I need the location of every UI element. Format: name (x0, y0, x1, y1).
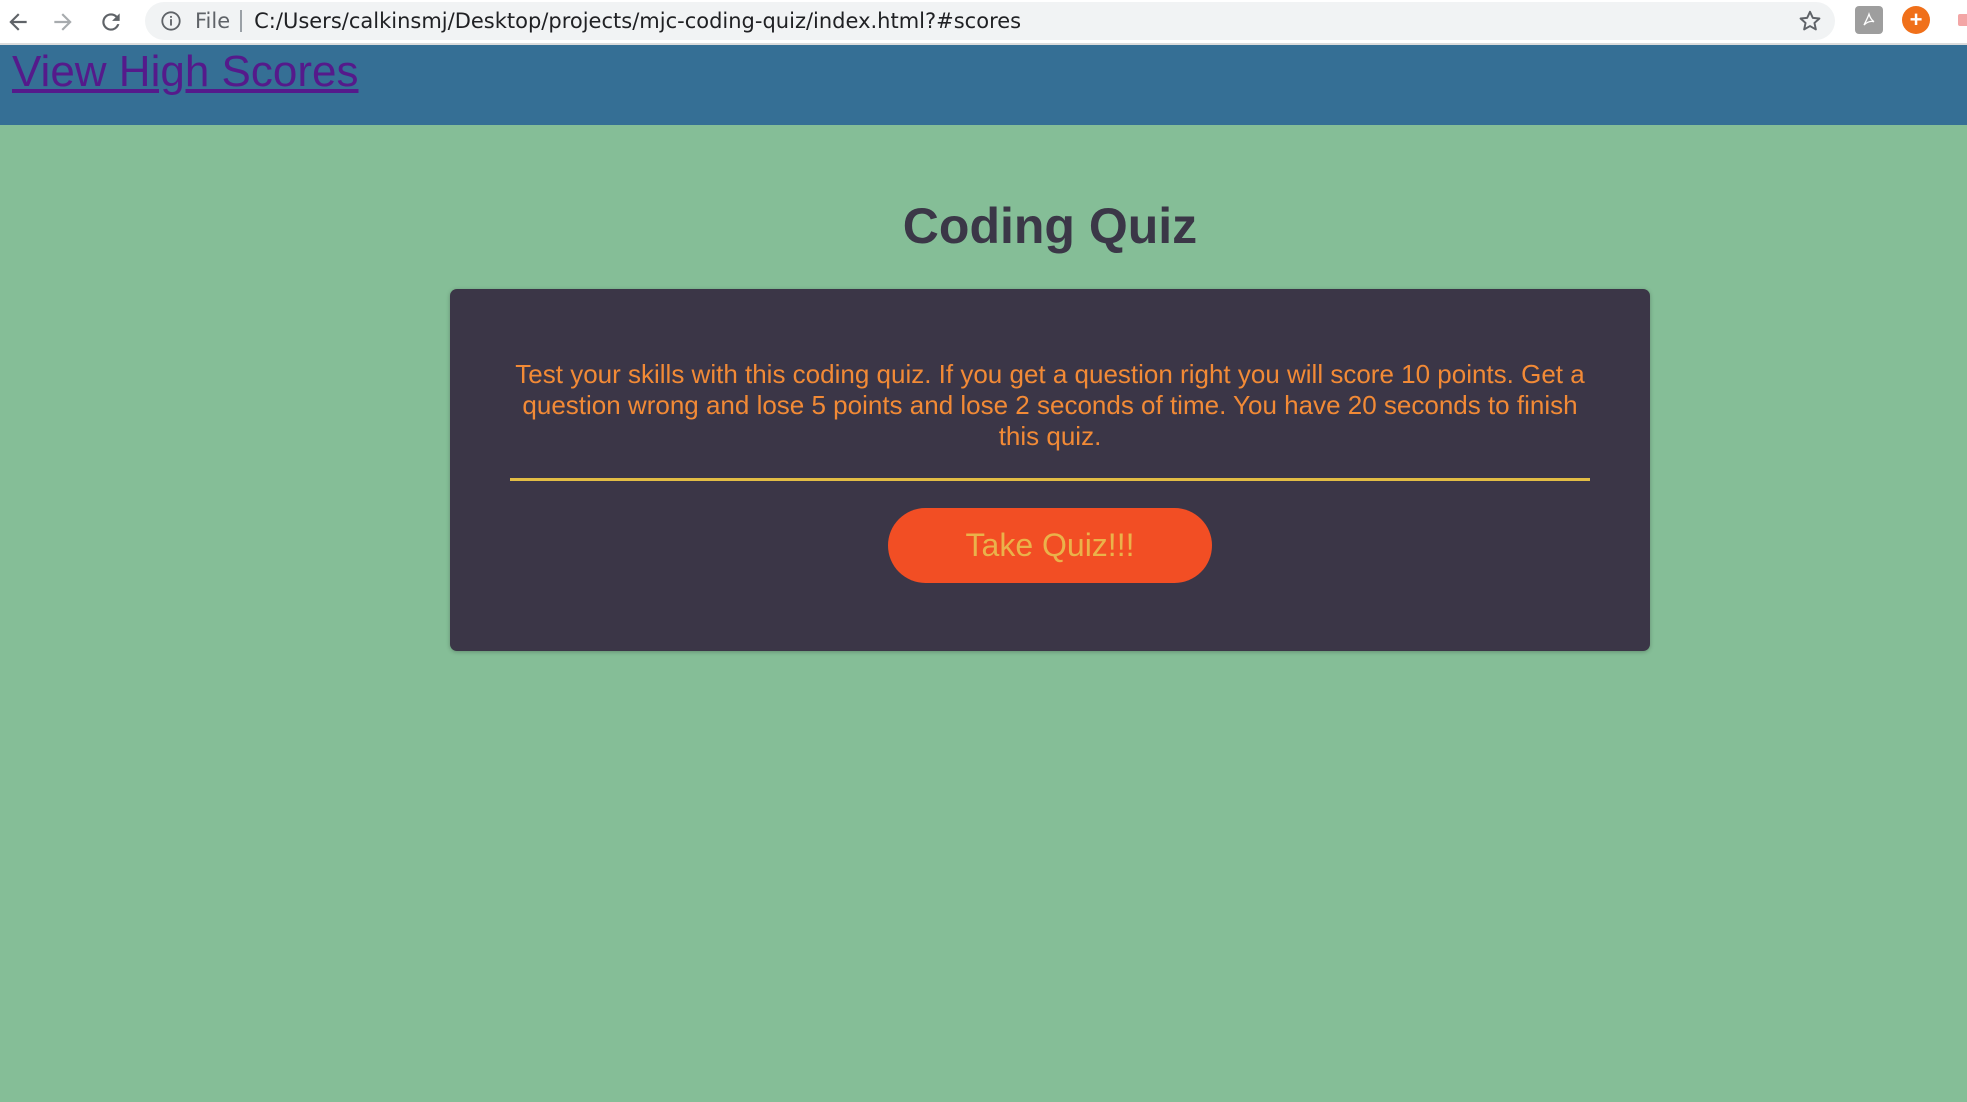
take-quiz-button[interactable]: Take Quiz!!! (888, 508, 1212, 583)
forward-button[interactable] (45, 4, 81, 40)
reload-icon (102, 13, 120, 31)
plus-extension-icon[interactable]: + (1902, 6, 1930, 34)
back-button[interactable] (0, 4, 36, 40)
browser-toolbar: File C:/Users/calkinsmj/Desktop/projects… (0, 0, 1967, 45)
page-header: View High Scores (0, 45, 1967, 125)
star-icon[interactable] (1797, 8, 1823, 34)
divider (510, 478, 1590, 481)
info-icon[interactable] (159, 9, 183, 33)
quiz-intro-card: Test your skills with this coding quiz. … (450, 289, 1650, 651)
url-text[interactable]: C:/Users/calkinsmj/Desktop/projects/mjc-… (254, 9, 1021, 33)
back-arrow-icon (9, 13, 27, 31)
pdf-extension-icon[interactable] (1855, 6, 1883, 34)
quiz-instructions: Test your skills with this coding quiz. … (515, 359, 1585, 451)
url-scheme-label: File (195, 10, 243, 32)
extension-icon[interactable] (1952, 6, 1967, 34)
forward-arrow-icon (54, 13, 72, 31)
view-high-scores-link[interactable]: View High Scores (12, 47, 358, 97)
address-bar[interactable]: File C:/Users/calkinsmj/Desktop/projects… (145, 2, 1835, 40)
page-title: Coding Quiz (902, 198, 1198, 254)
reload-button[interactable] (93, 4, 129, 40)
